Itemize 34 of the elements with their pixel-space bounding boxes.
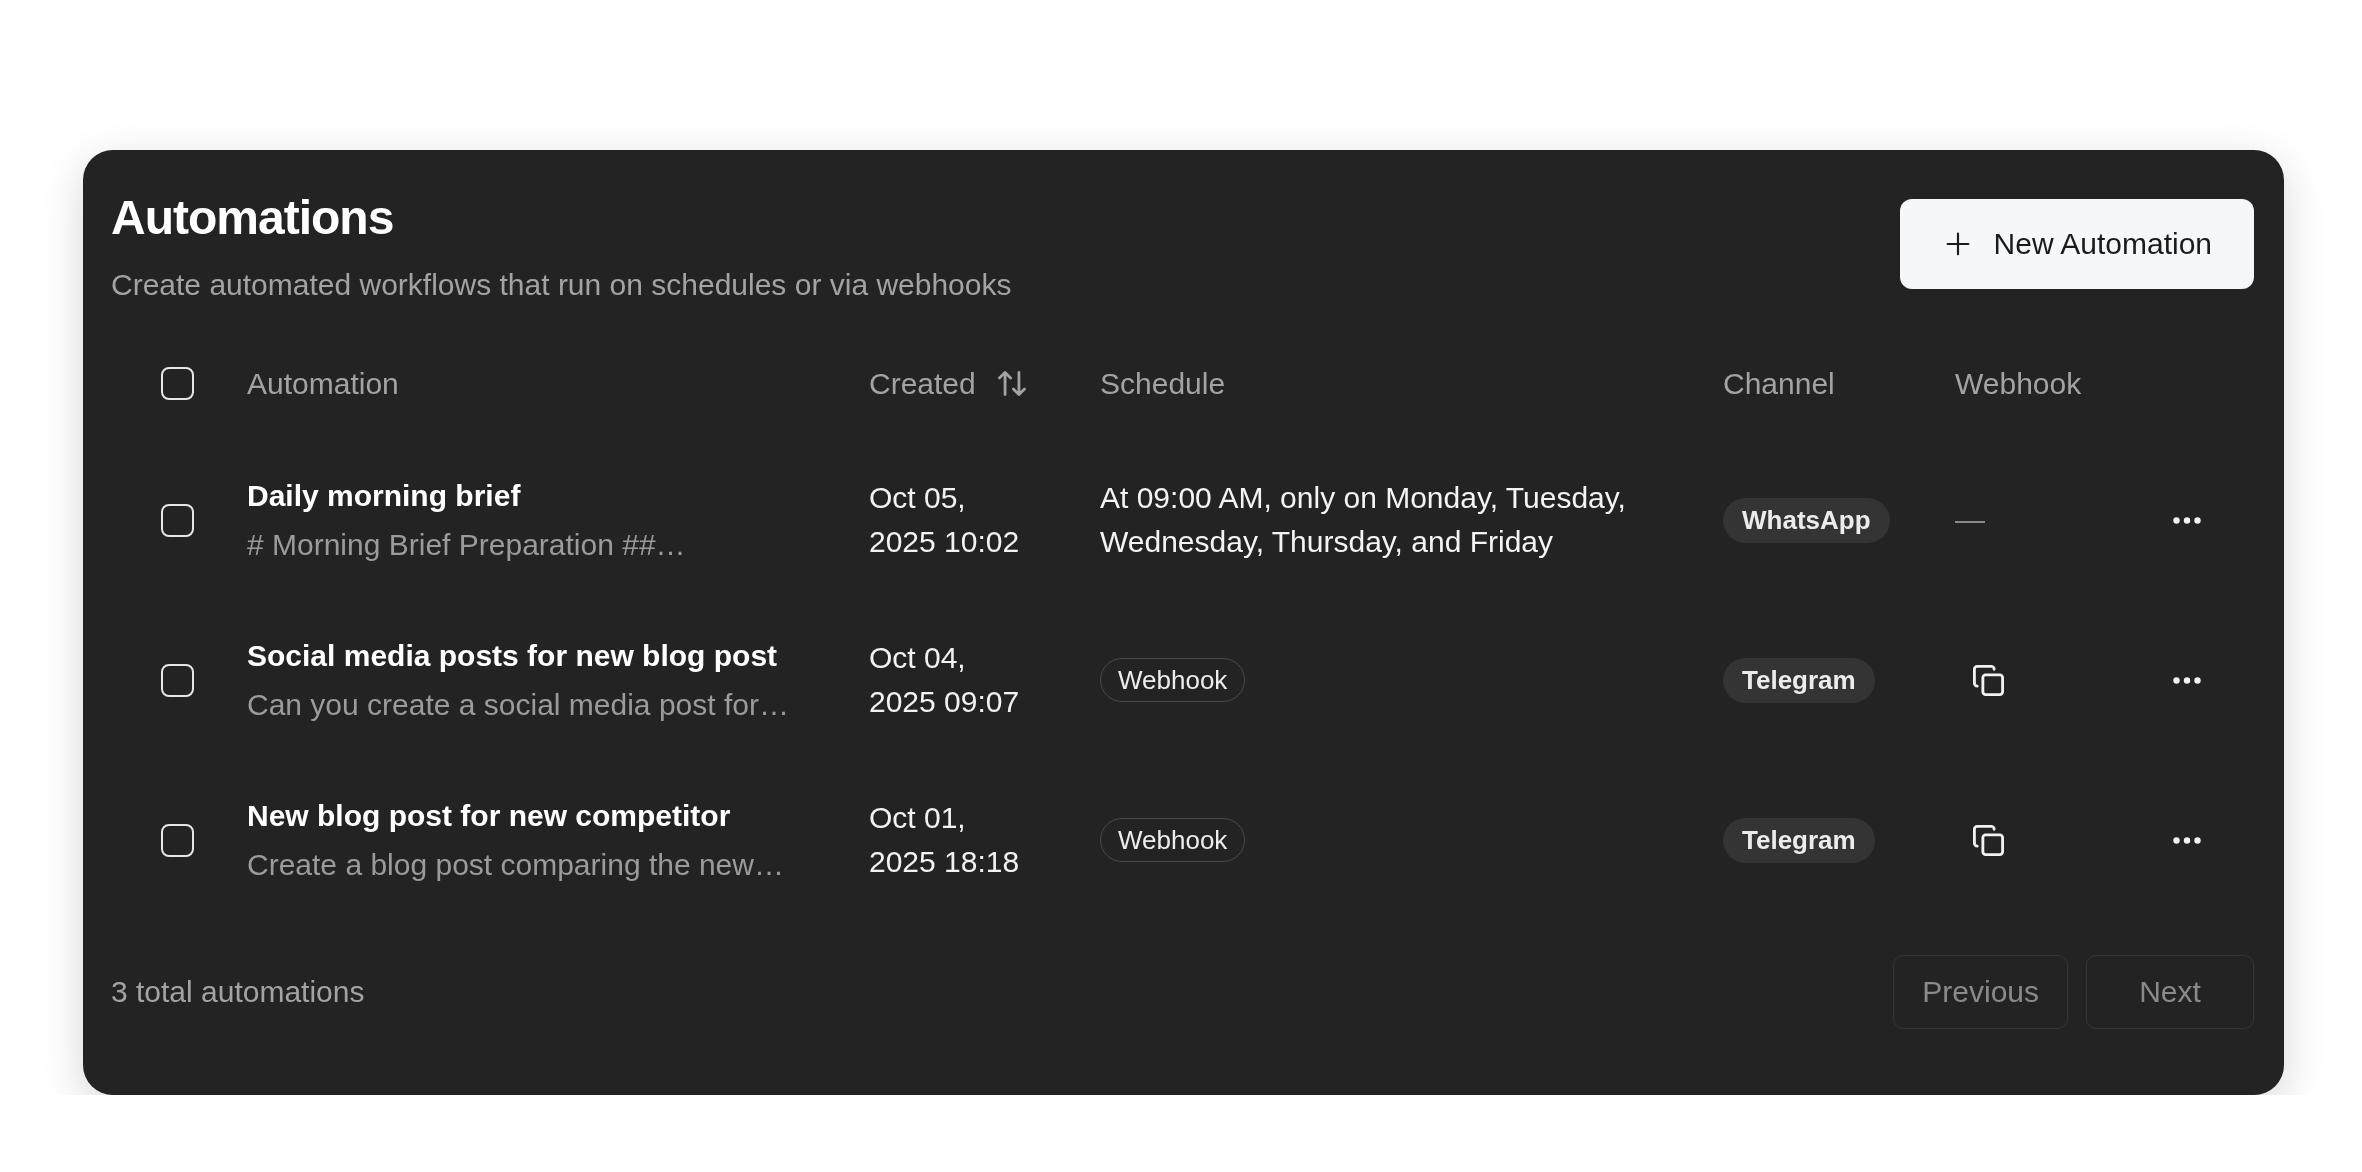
created-date: Oct 01, 2025 18:18: [869, 800, 1021, 880]
automation-description: # Morning Brief Preparation ##…: [247, 526, 687, 563]
channel-tag: Telegram: [1723, 657, 1875, 703]
more-icon[interactable]: [2173, 516, 2201, 524]
automation-description: Can you create a social media post for…: [247, 686, 790, 723]
created-date: Oct 05, 2025 10:02: [869, 480, 1021, 560]
column-header: Automation: [247, 365, 399, 402]
sort-icon[interactable]: [997, 371, 1026, 396]
column-header: Webhook: [1955, 365, 2082, 402]
column-header: Schedule: [1100, 365, 1226, 402]
more-icon[interactable]: [2173, 836, 2201, 844]
plus-icon: [1945, 232, 1970, 256]
schedule-text: At 09:00 AM, only on Monday, Tuesday, Wednesday, Thursday, and Friday: [1100, 480, 1627, 560]
empty-dash: —: [1955, 502, 1985, 538]
column-header: Channel: [1723, 365, 1835, 402]
row-checkbox[interactable]: [161, 663, 194, 697]
automation-name[interactable]: Social media posts for new blog post: [247, 635, 869, 676]
automation-description: Create a blog post comparing the new…: [247, 846, 785, 883]
page-title: Automations: [111, 190, 395, 245]
page-subtitle: Create automated workflows that run on schedules or via webhooks: [111, 267, 1012, 303]
new-automation-button[interactable]: New Automation: [1899, 199, 2254, 289]
row-checkbox[interactable]: [161, 503, 194, 537]
row-checkbox[interactable]: [161, 823, 194, 857]
more-icon[interactable]: [2173, 676, 2201, 684]
channel-tag: WhatsApp: [1723, 497, 1890, 543]
channel-tag: Telegram: [1723, 817, 1875, 863]
automation-name[interactable]: New blog post for new competitor: [247, 795, 869, 836]
copy-icon[interactable]: [1973, 824, 2004, 856]
copy-icon[interactable]: [1973, 664, 2004, 696]
total-count: 3 total automations: [111, 974, 365, 1010]
created-date: Oct 04, 2025 09:07: [869, 640, 1021, 720]
column-header[interactable]: Created: [869, 363, 976, 404]
select-all-checkbox[interactable]: [161, 367, 194, 400]
automation-name[interactable]: Daily morning brief: [247, 475, 869, 516]
